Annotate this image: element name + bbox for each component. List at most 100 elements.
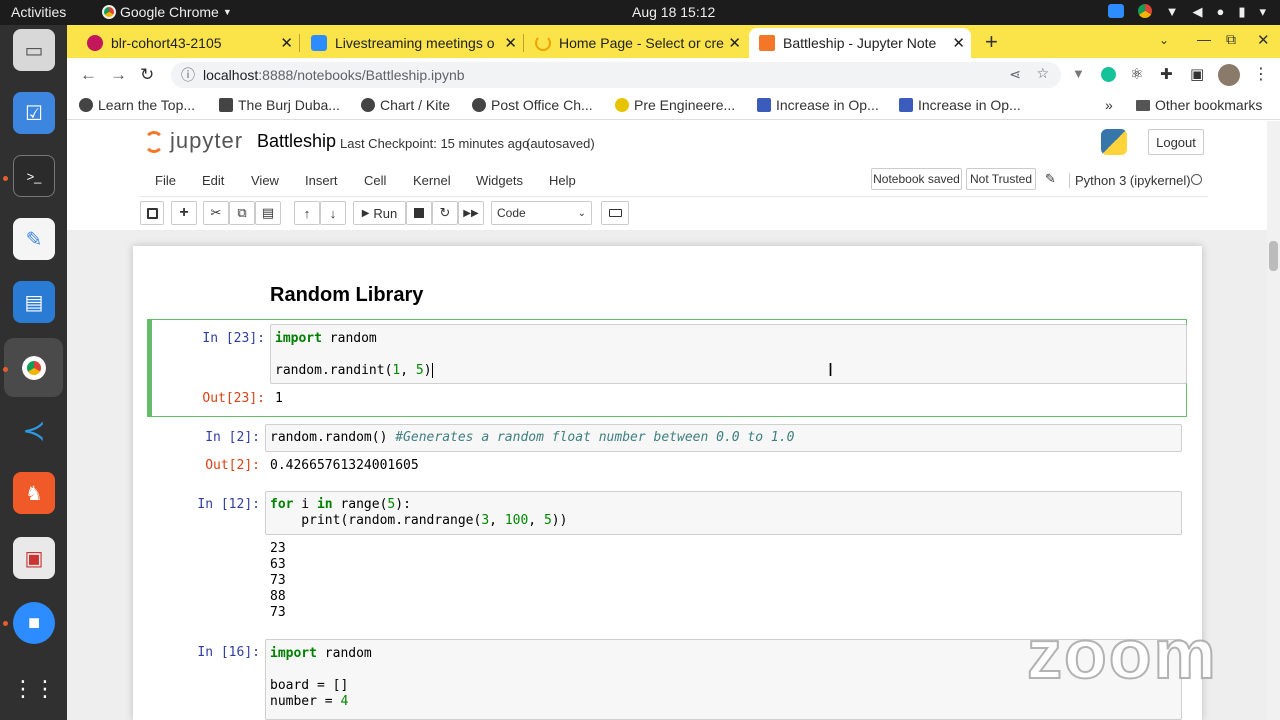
close-tab-icon[interactable]: ✕	[280, 34, 293, 52]
tab-home-page[interactable]: Home Page - Select or cre ✕	[525, 28, 747, 58]
markdown-heading[interactable]: Random Library	[270, 284, 423, 307]
menu-insert[interactable]: Insert	[305, 173, 338, 188]
menubar-container: File Edit View Insert Cell Kernel Widget…	[139, 163, 1208, 197]
code-editor[interactable]: for i in range(5): print(random.randrang…	[265, 491, 1182, 535]
jupyter-logo-text[interactable]: jupyter	[170, 128, 243, 154]
bookmark-item[interactable]: Learn the Top...	[79, 97, 195, 113]
bookmark-item[interactable]: Increase in Op...	[757, 97, 879, 113]
page-scrollbar[interactable]	[1267, 121, 1280, 720]
code-cell-selected[interactable]: In [23]: import random random.randint(1,…	[147, 319, 1187, 417]
bookmark-item[interactable]: Pre Engineere...	[615, 97, 735, 113]
close-window-icon[interactable]: ✕	[1257, 31, 1270, 49]
run-button[interactable]: ▶ Run	[353, 201, 406, 225]
jupyter-logo-icon[interactable]	[144, 131, 164, 153]
zoom-tray-icon[interactable]	[1107, 4, 1124, 18]
share-icon[interactable]: ⋖	[1009, 66, 1021, 83]
cut-button[interactable]: ✂	[203, 201, 229, 225]
not-trusted-button[interactable]: Not Trusted	[966, 168, 1036, 190]
brave-icon[interactable]: ♞	[13, 472, 55, 514]
power-menu-icon[interactable]: ▾	[1259, 4, 1266, 20]
grammarly-icon[interactable]	[1101, 67, 1116, 82]
system-tray[interactable]: ▼ ◀ ● ▮ ▾	[1107, 4, 1266, 20]
new-tab-button[interactable]: +	[985, 29, 998, 55]
kernel-name[interactable]: Python 3 (ipykernel)	[1069, 173, 1191, 188]
site-info-icon[interactable]: ⓘ	[181, 65, 195, 85]
bookmark-star-icon[interactable]: ☆	[1036, 65, 1049, 82]
wifi-icon[interactable]: ▼	[1166, 4, 1179, 20]
extension-v-icon[interactable]: ▼	[1072, 66, 1085, 81]
extensions-puzzle-icon[interactable]: ✚	[1160, 65, 1173, 83]
reload-icon[interactable]: ↻	[140, 65, 154, 85]
input-prompt: In [12]:	[197, 497, 260, 512]
code-editor[interactable]: import random random.randint(1, 5)	[270, 324, 1187, 384]
move-down-button[interactable]: ↓	[320, 201, 346, 225]
vscode-icon[interactable]: ≺	[13, 409, 55, 451]
maximize-window-icon[interactable]: ⧉	[1226, 31, 1236, 48]
more-bookmarks-button[interactable]: »	[1105, 97, 1113, 113]
menu-cell[interactable]: Cell	[364, 173, 386, 188]
battery-icon[interactable]: ▮	[1238, 4, 1245, 20]
screenshot-app-icon[interactable]: ▣	[13, 537, 55, 579]
move-up-button[interactable]: ↑	[294, 201, 320, 225]
menu-view[interactable]: View	[251, 173, 279, 188]
side-panel-icon[interactable]: ▣	[1190, 65, 1204, 83]
chrome-menu-icon[interactable]: ⋮	[1253, 64, 1269, 84]
volume-icon[interactable]: ◀	[1192, 4, 1202, 20]
copy-button[interactable]: ⧉	[229, 201, 255, 225]
paste-button[interactable]: ▤	[255, 201, 281, 225]
menu-file[interactable]: File	[155, 173, 176, 188]
microphone-icon[interactable]: ●	[1216, 4, 1224, 20]
forward-icon[interactable]: →	[110, 65, 127, 85]
code-cell[interactable]: In [2]: random.random() #Generates a ran…	[147, 424, 1188, 482]
todo-icon[interactable]: ☑	[13, 92, 55, 134]
interrupt-button[interactable]	[406, 201, 432, 225]
menu-edit[interactable]: Edit	[202, 173, 224, 188]
back-icon[interactable]: ←	[80, 65, 97, 85]
code-text: import random random.randint(1, 5)	[275, 331, 433, 378]
insert-cell-button[interactable]: +	[171, 201, 197, 225]
code-editor[interactable]: random.random() #Generates a random floa…	[265, 424, 1182, 452]
react-devtools-icon[interactable]: ⚛	[1130, 65, 1143, 83]
menu-kernel[interactable]: Kernel	[413, 173, 451, 188]
tab-battleship[interactable]: Battleship - Jupyter Note ✕	[749, 28, 971, 58]
document-viewer-icon[interactable]: ▤	[13, 281, 55, 323]
terminal-icon[interactable]: >_	[13, 155, 55, 197]
bookmark-item[interactable]: Increase in Op...	[899, 97, 1021, 113]
notebook-name[interactable]: Battleship	[257, 131, 336, 152]
activities-button[interactable]: Activities	[11, 4, 66, 20]
other-bookmarks[interactable]: Other bookmarks	[1136, 97, 1262, 113]
close-tab-icon[interactable]: ✕	[504, 34, 517, 52]
close-tab-icon[interactable]: ✕	[952, 34, 965, 52]
command-palette-button[interactable]	[601, 201, 629, 225]
zoom-app-icon[interactable]: ■	[13, 602, 55, 644]
notebook-scroll-area[interactable]: Random Library In [23]: import random ra…	[67, 230, 1267, 720]
chrome-tray-icon[interactable]	[1137, 4, 1152, 18]
tab-search-icon[interactable]: ⌄	[1159, 33, 1169, 47]
chrome-dock-icon[interactable]	[4, 338, 63, 397]
menu-widgets[interactable]: Widgets	[476, 173, 523, 188]
save-button[interactable]	[140, 201, 164, 225]
scrollbar-thumb[interactable]	[1269, 241, 1278, 271]
show-apps-icon[interactable]: ⋮⋮	[12, 668, 56, 710]
bookmark-item[interactable]: Post Office Ch...	[472, 97, 593, 113]
tab-blr-cohort[interactable]: blr-cohort43-2105 ✕	[77, 28, 299, 58]
files-icon[interactable]: ▭	[13, 29, 55, 71]
restart-button[interactable]: ↻	[432, 201, 458, 225]
clock[interactable]: Aug 18 15:12	[632, 4, 715, 20]
menu-help[interactable]: Help	[549, 173, 576, 188]
edit-pencil-icon[interactable]: ✎	[1045, 171, 1056, 187]
bookmark-item[interactable]: The Burj Duba...	[219, 97, 340, 113]
profile-avatar[interactable]	[1218, 64, 1240, 86]
cell-type-select[interactable]: Code ⌄	[491, 201, 592, 225]
restart-run-all-button[interactable]: ▶▶	[458, 201, 484, 225]
address-bar[interactable]: ⓘ localhost:8888/notebooks/Battleship.ip…	[171, 62, 1061, 88]
bookmark-item[interactable]: Chart / Kite	[361, 97, 450, 113]
tab-livestreaming[interactable]: Livestreaming meetings o ✕	[301, 28, 523, 58]
app-menu[interactable]: Google Chrome ▼	[102, 4, 232, 20]
code-text: import random board = [] number = 4	[270, 646, 372, 709]
logout-button[interactable]: Logout	[1148, 129, 1204, 155]
code-cell[interactable]: In [12]: for i in range(5): print(random…	[147, 491, 1188, 626]
minimize-window-icon[interactable]: —	[1197, 31, 1211, 47]
text-editor-icon[interactable]: ✎	[13, 218, 55, 260]
close-tab-icon[interactable]: ✕	[728, 34, 741, 52]
